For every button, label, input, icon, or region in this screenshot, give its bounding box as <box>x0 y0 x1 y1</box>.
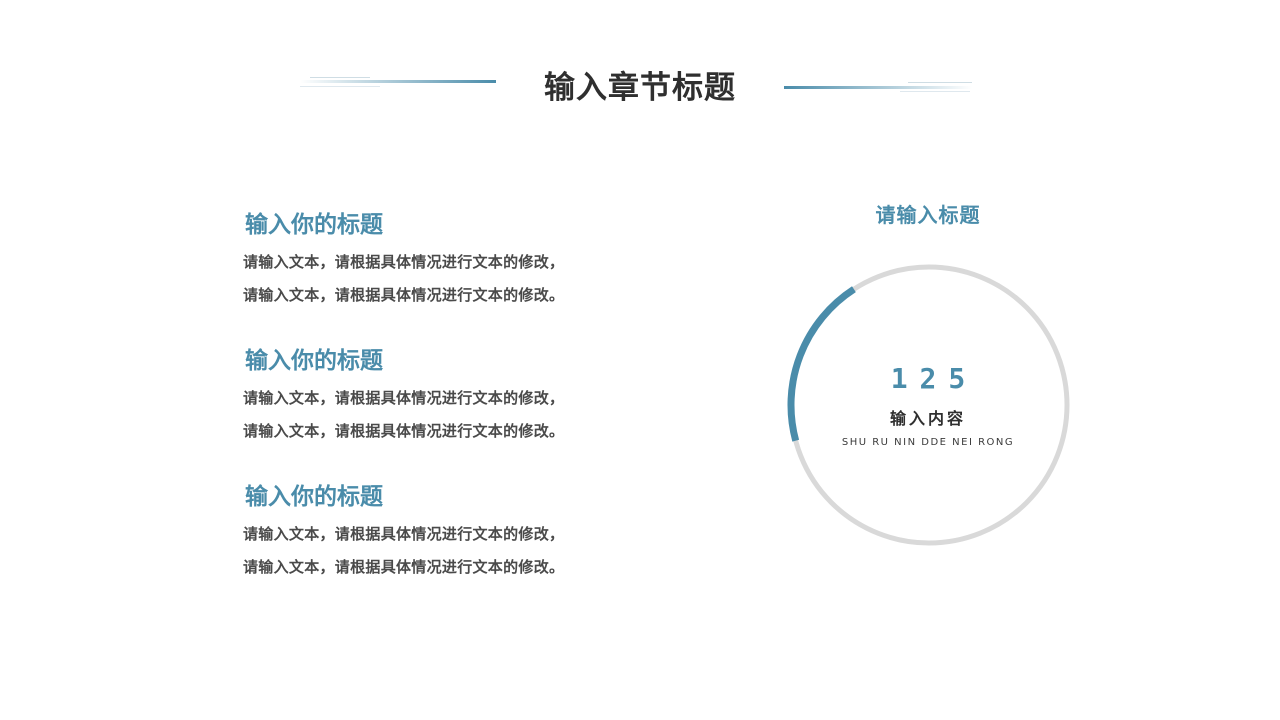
text-block: 输入你的标题 请输入文本，请根据具体情况进行文本的修改， 请输入文本，请根据具体… <box>243 210 663 312</box>
text-block-title: 输入你的标题 <box>245 348 383 374</box>
ring-value: 125 <box>890 362 978 395</box>
text-block-line: 请输入文本，请根据具体情况进行文本的修改， <box>243 253 565 271</box>
text-block-line: 请输入文本，请根据具体情况进行文本的修改。 <box>243 422 565 440</box>
text-block-line: 请输入文本，请根据具体情况进行文本的修改。 <box>243 558 565 576</box>
text-block-line: 请输入文本，请根据具体情况进行文本的修改， <box>243 525 565 543</box>
ring-title: 请输入标题 <box>875 203 981 227</box>
text-block: 输入你的标题 请输入文本，请根据具体情况进行文本的修改， 请输入文本，请根据具体… <box>243 482 663 584</box>
text-block-line: 请输入文本，请根据具体情况进行文本的修改。 <box>243 286 565 304</box>
title-deco-line <box>908 82 972 83</box>
text-block-title: 输入你的标题 <box>245 212 383 238</box>
ring-pinyin: SHU RU NIN DDE NEI RONG <box>841 437 1015 448</box>
text-block-title: 输入你的标题 <box>245 484 383 510</box>
ring-label: 输入内容 <box>889 409 966 428</box>
title-deco-line <box>900 91 970 92</box>
title-deco-line <box>784 86 972 89</box>
slide: 输入章节标题 输入你的标题 请输入文本，请根据具体情况进行文本的修改， 请输入文… <box>0 0 1280 720</box>
page-title: 输入章节标题 <box>544 70 736 106</box>
